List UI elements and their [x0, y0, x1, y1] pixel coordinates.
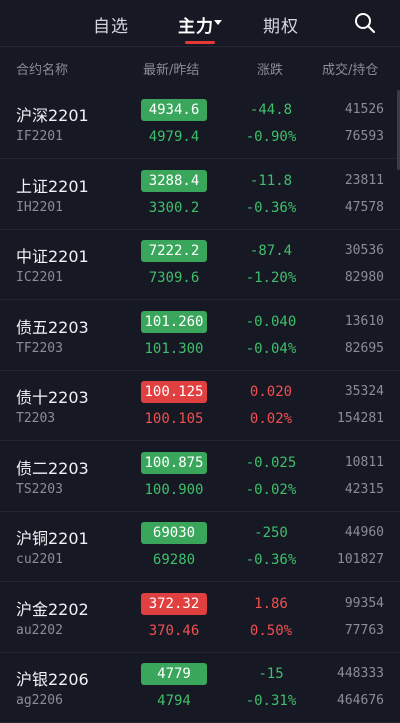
active-tab-indicator [185, 41, 215, 44]
last-price-badge: 7222.2 [141, 240, 207, 262]
last-price-badge: 372.32 [141, 592, 207, 615]
contract-code: ag2206 [16, 693, 63, 708]
contract-name: 债五2203 [16, 317, 89, 337]
change-value: -15 [258, 666, 284, 682]
volume: 44960 [344, 525, 384, 540]
table-row[interactable]: 中证2201 IC2201 7222.2 7309.6 -87.4 -1.20% 30536… [0, 229, 400, 300]
contract-name: 中证2201 [16, 247, 89, 266]
open-interest: 82980 [344, 270, 384, 285]
volume: 23811 [344, 172, 384, 188]
change-value: 0.020 [249, 384, 293, 400]
table-row[interactable]: 沪银2206 ag2206 4779 4794 -15 -0.31% 448333 46467… [0, 652, 400, 723]
last-price-badge: 69030 [141, 522, 207, 544]
change-value: -250 [254, 525, 288, 541]
volume: 41526 [344, 102, 384, 117]
table-row[interactable]: 上证2201 IH2201 3288.4 3300.2 -11.8 -0.36% 23811… [0, 159, 400, 230]
change-value: -87.4 [249, 243, 293, 259]
table-row[interactable]: 沪金2202 au2202 372.32 370.46 1.86 0.50% 99354 77… [0, 582, 400, 653]
open-interest: 76593 [344, 129, 384, 144]
volume: 30536 [344, 243, 384, 258]
last-price-badge: 101.260 [141, 310, 207, 333]
change-percent: -0.36% [245, 552, 297, 568]
change-percent: -0.02% [245, 481, 297, 498]
table-row[interactable]: 债十2203 T2203 100.125 100.105 0.020 0.02% 35324… [0, 370, 400, 441]
contract-name: 债二2203 [16, 458, 89, 478]
change-value: 1.86 [254, 595, 288, 612]
change-percent: -0.04% [245, 340, 297, 357]
change-value: -0.025 [245, 454, 297, 471]
change-value: -44.8 [249, 102, 293, 118]
table-row[interactable]: 债二2203 TS2203 100.875 100.900 -0.025 -0.02% 10… [0, 441, 400, 512]
prev-settle: 4979.4 [148, 129, 200, 145]
contract-name: 沪银2206 [16, 670, 89, 689]
open-interest: 47578 [344, 199, 384, 215]
contract-name: 上证2201 [16, 176, 89, 196]
chevron-down-icon[interactable] [214, 20, 222, 25]
table-row[interactable]: 债五2203 TF2203 101.260 101.300 -0.040 -0.04% 13… [0, 300, 400, 371]
change-percent: -0.90% [245, 129, 297, 145]
open-interest: 82695 [344, 340, 384, 356]
volume: 10811 [344, 454, 384, 470]
contract-code: TF2203 [16, 340, 63, 356]
contract-code: T2203 [16, 411, 56, 426]
contract-code: IH2201 [16, 199, 63, 215]
last-price-badge: 100.125 [141, 381, 207, 403]
change-value: -0.040 [245, 313, 297, 330]
prev-settle: 3300.2 [148, 199, 200, 216]
last-price-badge: 4779 [141, 663, 207, 685]
tab-options[interactable]: 期权 [263, 12, 299, 37]
tab-main-contracts[interactable]: 主力 [178, 12, 214, 37]
prev-settle: 370.46 [148, 622, 200, 639]
change-percent: 0.02% [249, 411, 293, 427]
prev-settle: 4794 [157, 693, 191, 709]
last-price-badge: 100.875 [141, 451, 207, 474]
last-price-badge: 4934.6 [141, 99, 207, 121]
open-interest: 101827 [337, 552, 384, 567]
header-contract-name[interactable]: 合约名称 [16, 59, 68, 78]
table-row[interactable]: 沪深2201 IF2201 4934.6 4979.4 -44.8 -0.90% 41526… [0, 88, 400, 159]
contract-code: IF2201 [16, 129, 63, 144]
top-tab-bar: 自选 主力 期权 [0, 0, 400, 47]
tab-watchlist[interactable]: 自选 [93, 12, 129, 37]
prev-settle: 101.300 [144, 340, 204, 357]
open-interest: 464676 [337, 693, 384, 708]
contract-name: 沪金2202 [16, 599, 89, 619]
change-percent: -1.20% [245, 270, 297, 286]
change-percent: 0.50% [249, 622, 293, 639]
prev-settle: 100.900 [144, 481, 204, 498]
contract-code: TS2203 [16, 481, 63, 497]
contract-code: IC2201 [16, 270, 63, 285]
contract-name: 债十2203 [16, 388, 89, 407]
prev-settle: 7309.6 [148, 270, 200, 286]
change-value: -11.8 [249, 172, 293, 189]
contract-name: 沪深2201 [16, 106, 89, 125]
contract-name: 沪铜2201 [16, 529, 89, 548]
volume: 35324 [344, 384, 384, 399]
prev-settle: 69280 [152, 552, 196, 568]
table-row[interactable]: 沪铜2201 cu2201 69030 69280 -250 -0.36% 44960 101… [0, 511, 400, 582]
volume: 99354 [344, 595, 384, 611]
volume: 13610 [344, 313, 384, 329]
contract-code: au2202 [16, 622, 63, 638]
last-price-badge: 3288.4 [141, 169, 207, 192]
change-percent: -0.36% [245, 199, 297, 216]
column-header: 合约名称 最新/昨结 涨跌 成交/持仓 [0, 47, 400, 87]
volume: 448333 [337, 666, 384, 681]
header-change[interactable]: 涨跌 [257, 59, 283, 78]
open-interest: 42315 [344, 481, 384, 497]
contract-code: cu2201 [16, 552, 63, 567]
open-interest: 154281 [337, 411, 384, 426]
open-interest: 77763 [344, 622, 384, 638]
prev-settle: 100.105 [144, 411, 204, 427]
search-icon[interactable] [354, 12, 376, 34]
change-percent: -0.31% [245, 693, 297, 709]
header-volume-oi[interactable]: 成交/持仓 [322, 59, 378, 78]
header-last-prev[interactable]: 最新/昨结 [143, 59, 199, 78]
